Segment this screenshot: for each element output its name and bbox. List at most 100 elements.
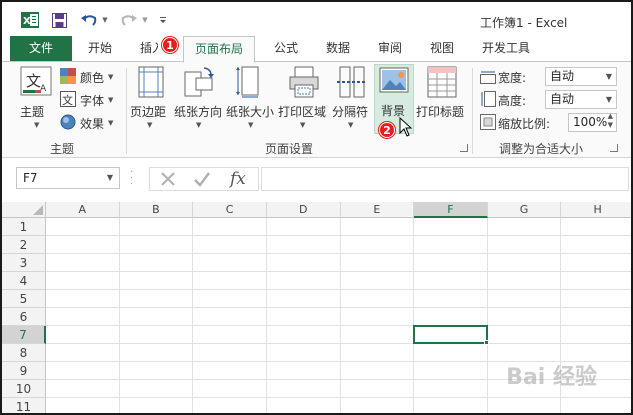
cancel-icon[interactable] — [158, 169, 178, 189]
fonts-dropdown-icon: ▼ — [108, 96, 114, 104]
grid-row-line — [46, 253, 631, 254]
tab-insert[interactable]: 插入 — [130, 36, 158, 62]
tab-page-layout[interactable]: 页面布局 — [183, 36, 255, 63]
grid-row-line — [46, 397, 631, 398]
chevron-down-icon: ▼ — [605, 95, 612, 104]
print-area-icon — [289, 66, 319, 98]
print-area-label: 打印区域 — [278, 105, 327, 119]
grid-column-line — [339, 218, 341, 413]
themes-icon: 文 A — [20, 66, 52, 96]
height-label: 高度: — [498, 94, 527, 108]
row-header-9[interactable]: 9 — [2, 362, 46, 380]
watermark: Bai 经验 — [506, 365, 597, 390]
column-header-b[interactable]: B — [119, 202, 194, 218]
tab-data[interactable]: 数据 — [316, 36, 360, 62]
orientation-label: 纸张方向 — [174, 105, 223, 119]
effects-button[interactable]: 效果 ▼ — [60, 112, 120, 132]
window-title: 工作簿1 - Excel — [480, 16, 568, 30]
breaks-button[interactable]: 分隔符 ▼ — [332, 66, 372, 136]
column-header-f[interactable]: F — [414, 202, 488, 218]
tab-file[interactable]: 文件 — [10, 36, 72, 62]
fill-handle[interactable] — [483, 340, 489, 345]
height-value: 自动 — [550, 92, 575, 106]
column-header-a[interactable]: A — [46, 202, 120, 218]
column-header-c[interactable]: C — [193, 202, 267, 218]
column-header-h[interactable]: H — [561, 202, 631, 218]
active-cell[interactable] — [413, 325, 488, 344]
step-badge-2: 2 — [379, 122, 395, 138]
name-box[interactable]: F7 ▼ — [16, 167, 120, 189]
colors-icon — [60, 68, 76, 84]
page-setup-group-label: 页面设置 — [265, 142, 314, 156]
column-header-e[interactable]: E — [340, 202, 415, 218]
chevron-down-icon: ▼ — [605, 72, 612, 81]
page-setup-launcher-icon[interactable] — [460, 144, 468, 152]
redo-icon[interactable] — [118, 10, 140, 30]
print-area-button[interactable]: 打印区域 ▼ — [278, 66, 330, 136]
size-button[interactable]: 纸张大小 ▼ — [226, 66, 276, 136]
fonts-button[interactable]: 文 字体 ▼ — [60, 89, 120, 109]
height-select[interactable]: 自动 ▼ — [545, 90, 617, 109]
orientation-button[interactable]: 纸张方向 ▼ — [174, 66, 224, 136]
row-header-8[interactable]: 8 — [2, 344, 46, 362]
undo-icon[interactable] — [78, 10, 100, 30]
background-picture-icon — [379, 67, 409, 93]
save-icon[interactable] — [50, 10, 68, 30]
svg-text:文: 文 — [26, 72, 41, 90]
redo-dropdown-icon[interactable]: ▼ — [140, 10, 150, 30]
tab-home[interactable]: 开始 — [78, 36, 122, 62]
row-header-11[interactable]: 11 — [2, 398, 46, 413]
insert-function-button[interactable]: fx — [230, 169, 246, 189]
tab-view[interactable]: 视图 — [420, 36, 464, 62]
grid-column-line — [413, 218, 415, 413]
themes-group-label: 主题 — [50, 142, 75, 156]
customize-qat-icon[interactable] — [156, 10, 170, 30]
row-header-2[interactable]: 2 — [2, 236, 46, 254]
fonts-icon: 文 — [60, 91, 76, 107]
grid-row-line — [46, 307, 631, 308]
scale-to-fit-launcher-icon[interactable] — [610, 144, 618, 152]
row-header-3[interactable]: 3 — [2, 254, 46, 272]
grid-row-line — [46, 343, 631, 344]
formula-bar: F7 ▼ · · · fx — [2, 158, 631, 202]
column-header-d[interactable]: D — [266, 202, 341, 218]
tab-review[interactable]: 审阅 — [368, 36, 412, 62]
formula-input[interactable] — [261, 167, 629, 191]
check-icon[interactable] — [192, 169, 212, 189]
themes-button[interactable]: 文 A 主题 ▼ — [16, 66, 56, 136]
effects-label: 效果 — [80, 117, 105, 131]
colors-button[interactable]: 颜色 ▼ — [60, 66, 120, 86]
row-header-6[interactable]: 6 — [2, 308, 46, 326]
ribbon-tabs: 文件 开始 插入 页面布局 公式 数据 审阅 视图 开发工具 — [2, 36, 631, 63]
breaks-dropdown-icon: ▼ — [348, 121, 354, 129]
themes-dropdown-icon: ▼ — [34, 121, 40, 129]
grid-row-line — [46, 271, 631, 272]
column-header-g[interactable]: G — [487, 202, 562, 218]
undo-dropdown-icon[interactable]: ▼ — [100, 10, 110, 30]
formula-buttons: fx — [149, 167, 259, 191]
margins-button[interactable]: 页边距 ▼ — [130, 66, 172, 136]
row-header-7[interactable]: 7 — [2, 326, 46, 344]
margins-label: 页边距 — [130, 105, 167, 119]
width-value: 自动 — [550, 69, 575, 83]
select-all-corner[interactable] — [2, 202, 46, 218]
grid-row-line — [46, 325, 631, 326]
spinner-arrows-icon[interactable]: ▲ ▼ — [608, 112, 613, 130]
scale-spinner[interactable]: 100% ▲ ▼ — [568, 112, 617, 132]
name-box-value: F7 — [23, 171, 38, 185]
size-icon — [236, 66, 259, 98]
effects-dropdown-icon: ▼ — [108, 119, 114, 127]
row-header-5[interactable]: 5 — [2, 290, 46, 308]
margins-icon — [138, 66, 164, 98]
tab-formulas[interactable]: 公式 — [264, 36, 308, 62]
orientation-icon — [184, 67, 214, 97]
row-header-1[interactable]: 1 — [2, 218, 46, 236]
colors-dropdown-icon: ▼ — [108, 73, 114, 81]
tab-developer[interactable]: 开发工具 — [476, 36, 536, 62]
width-select[interactable]: 自动 ▼ — [545, 67, 617, 86]
row-header-10[interactable]: 10 — [2, 380, 46, 398]
chevron-down-icon: ▼ — [106, 173, 113, 182]
excel-icon[interactable]: X — [20, 10, 40, 30]
row-header-4[interactable]: 4 — [2, 272, 46, 290]
print-titles-button[interactable]: 打印标题 — [416, 66, 468, 136]
